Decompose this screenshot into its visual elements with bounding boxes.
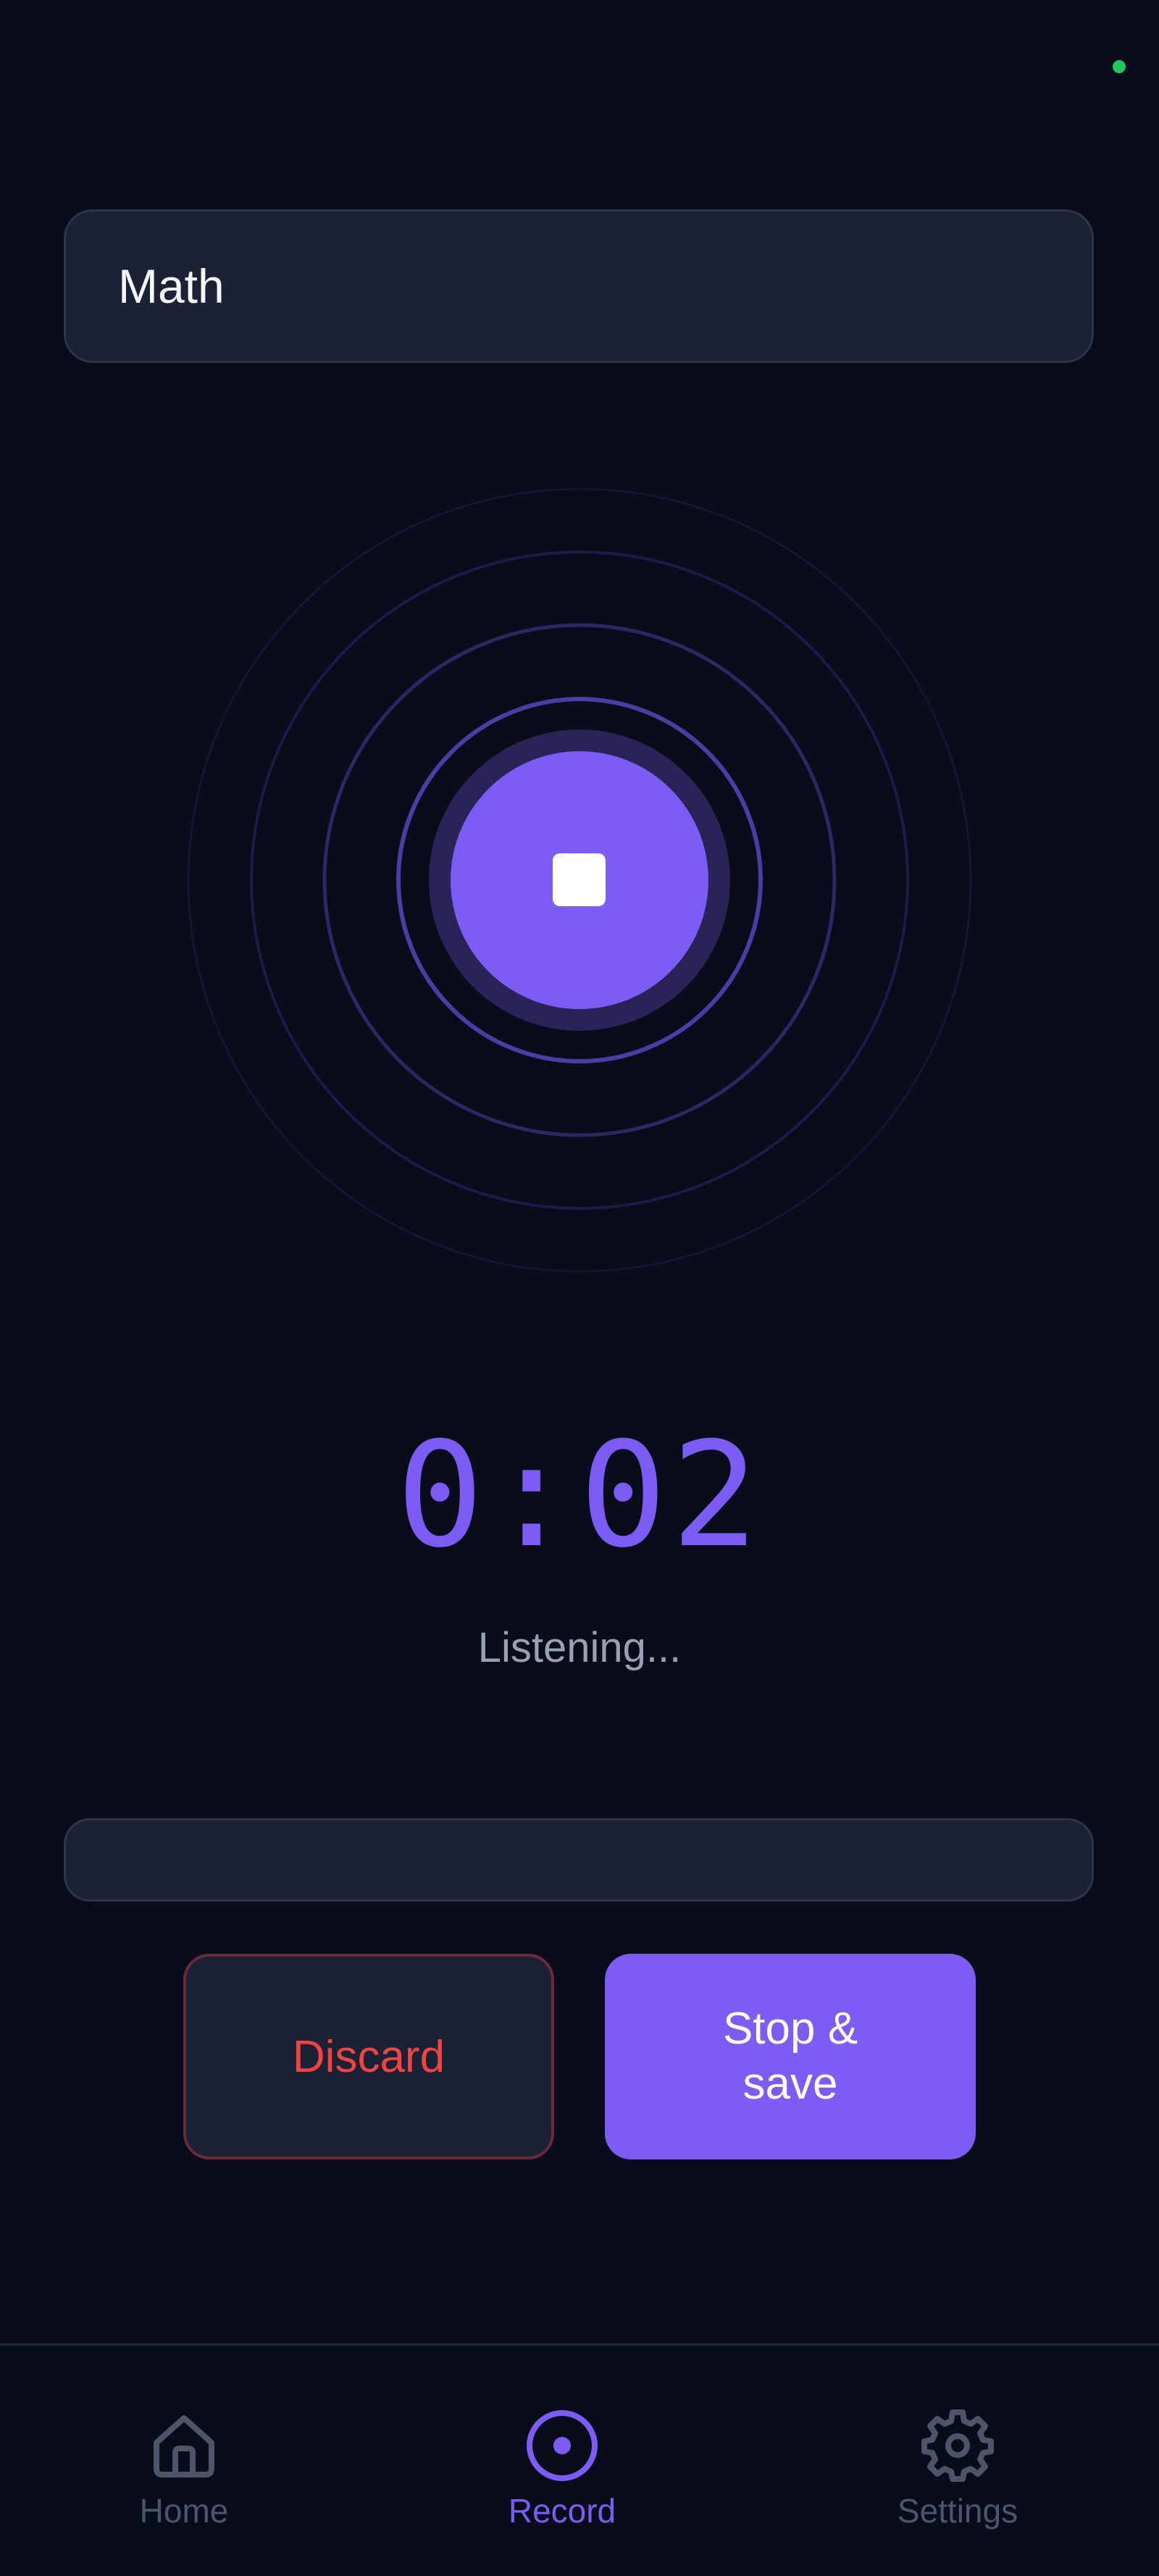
gear-icon xyxy=(921,2409,994,2482)
stop-and-save-button[interactable]: Stop & save xyxy=(605,1954,976,2159)
stop-square-icon xyxy=(553,853,606,906)
home-icon xyxy=(154,2415,214,2477)
recording-timer: 0:02 xyxy=(396,1411,763,1580)
nav-item-home[interactable]: Home xyxy=(68,2409,300,2531)
discard-button[interactable]: Discard xyxy=(183,1954,554,2159)
nav-label-settings: Settings xyxy=(897,2492,1018,2530)
live-transcript-field xyxy=(64,1818,1094,1902)
online-status-dot xyxy=(1113,60,1126,73)
subject-input[interactable] xyxy=(64,209,1094,363)
bottom-navigation: Home Record Settings xyxy=(0,2343,1159,2576)
recording-status: Listening... xyxy=(477,1624,682,1671)
nav-label-home: Home xyxy=(139,2492,229,2530)
nav-label-record: Record xyxy=(508,2492,616,2530)
nav-item-settings[interactable]: Settings xyxy=(842,2409,1074,2531)
nav-item-record[interactable]: Record xyxy=(446,2409,678,2531)
record-icon xyxy=(527,2410,598,2481)
stop-recording-button[interactable] xyxy=(451,751,708,1009)
